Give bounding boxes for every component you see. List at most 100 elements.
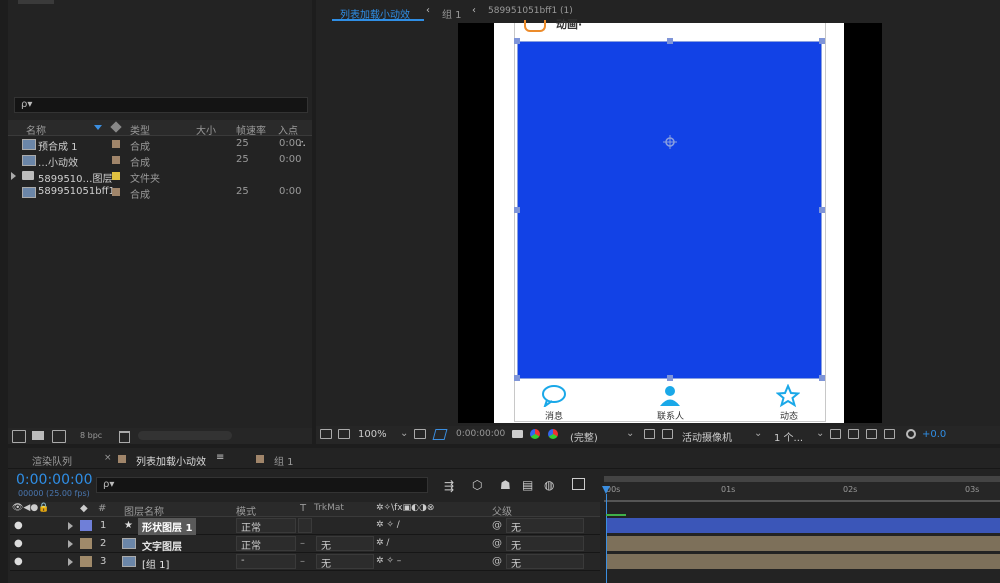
parent-select[interactable]: 无	[506, 536, 584, 552]
reset-exposure-icon[interactable]	[848, 429, 859, 439]
transform-handle[interactable]	[514, 38, 520, 44]
chevron-down-icon[interactable]: ⌄	[754, 428, 762, 439]
flowchart-icon[interactable]: ⛬	[299, 139, 305, 149]
exposure-value[interactable]: +0.0	[922, 429, 946, 440]
anchor-point-icon[interactable]	[662, 134, 678, 150]
label-swatch[interactable]	[112, 140, 120, 148]
chevron-left-icon[interactable]: ‹	[426, 5, 430, 16]
timeline-icon[interactable]	[884, 429, 895, 439]
bpc-button[interactable]: 8 bpc	[80, 431, 102, 440]
transform-handle[interactable]	[819, 207, 825, 213]
shape-layer-rect[interactable]	[517, 41, 822, 379]
timeline-timecode[interactable]: 0:00:00:00	[16, 472, 93, 488]
trkmat-select[interactable]: 无	[316, 536, 374, 552]
project-item[interactable]: 589951​0…图层 文件夹	[8, 168, 310, 185]
label-swatch[interactable]	[80, 556, 92, 567]
transform-handle[interactable]	[514, 375, 520, 381]
parent-select[interactable]: 无	[506, 518, 584, 534]
rgb-icon[interactable]	[548, 429, 558, 439]
tab-comp[interactable]: 列表加载小动效	[136, 453, 206, 468]
label-swatch[interactable]	[112, 172, 120, 180]
motion-blur-icon[interactable]: ◍	[544, 478, 554, 492]
zoom-select[interactable]: 100%	[358, 429, 387, 440]
transform-handle[interactable]	[819, 375, 825, 381]
playhead-marker[interactable]	[602, 486, 610, 494]
color-channel-icon[interactable]	[530, 429, 540, 439]
time-ruler[interactable]: 00s 01s 02s 03s	[604, 476, 1000, 502]
layer-name[interactable]: 形状图层 1	[138, 518, 197, 535]
graph-editor-icon[interactable]	[572, 478, 585, 490]
trkmat-select[interactable]	[298, 518, 312, 533]
label-swatch[interactable]	[80, 538, 92, 549]
views-select[interactable]: 1 个...	[774, 429, 803, 444]
expand-arrow-icon[interactable]	[68, 540, 73, 548]
column-mode[interactable]: 模式	[236, 503, 256, 518]
label-tag-icon[interactable]	[110, 121, 122, 133]
project-item[interactable]: 589951051bff1 合成 25 0:00	[8, 184, 310, 201]
monitor-icon[interactable]	[338, 429, 350, 439]
parent-pickwhip-icon[interactable]: @	[492, 556, 502, 567]
column-size[interactable]: 大小	[196, 122, 216, 137]
parent-pickwhip-icon[interactable]: @	[492, 520, 502, 531]
eye-icon[interactable]: ●	[14, 538, 23, 549]
close-icon[interactable]: ×	[104, 453, 112, 463]
expand-arrow-icon[interactable]	[11, 172, 16, 180]
layer-row[interactable]: ● 2 文字图层 正常 – 无 ✲ ∕ @ 无	[10, 535, 600, 553]
exposure-icon[interactable]	[906, 429, 916, 439]
transform-handle[interactable]	[667, 38, 673, 44]
layer-bar-text[interactable]	[607, 536, 1000, 551]
comp-flowchart-icon[interactable]: ⇶	[444, 479, 454, 493]
mode-select[interactable]: 正常	[236, 518, 296, 534]
tab-group[interactable]: 组 1	[274, 453, 294, 468]
chevron-down-icon[interactable]: ⌄	[626, 428, 634, 439]
mode-select[interactable]: 正常	[236, 536, 296, 552]
viewer-timecode[interactable]: 0:00:00:00	[456, 429, 505, 439]
column-trkmat[interactable]: TrkMat	[314, 503, 344, 513]
camera-select[interactable]: 活动摄像机	[682, 429, 732, 444]
column-in[interactable]: 入点	[278, 122, 298, 137]
frame-blend-icon[interactable]: ▤	[522, 478, 533, 492]
preserve-transparency[interactable]: –	[300, 556, 305, 567]
camera-icon[interactable]	[512, 430, 523, 438]
draft-3d-icon[interactable]: ⬡	[472, 478, 482, 492]
layer-name[interactable]: [组 1]	[142, 556, 169, 571]
snapshot-icon[interactable]	[320, 429, 332, 439]
chevron-down-icon[interactable]: ⌄	[400, 428, 408, 439]
label-swatch[interactable]	[80, 520, 92, 531]
shy-icon[interactable]: ☗	[500, 478, 511, 492]
interpret-footage-icon[interactable]	[12, 430, 26, 443]
expand-arrow-icon[interactable]	[68, 558, 73, 566]
column-layer-name[interactable]: 图层名称	[124, 503, 164, 518]
switch-icons[interactable]: ✲ ∕	[376, 538, 389, 548]
preserve-transparency[interactable]: –	[300, 538, 305, 549]
layer-row[interactable]: ● 3 [组 1] - – 无 ✲ ✧ – @ 无	[10, 553, 600, 571]
tab-menu-icon[interactable]: ≡	[216, 452, 224, 463]
layer-bar-shape[interactable]	[607, 518, 1000, 533]
resolution-select[interactable]: (完整)	[570, 429, 598, 444]
breadcrumb-group[interactable]: 组 1	[442, 6, 462, 21]
ruler-scrub-strip[interactable]	[604, 500, 1000, 502]
parent-pickwhip-icon[interactable]: @	[492, 538, 502, 549]
sort-arrow-icon[interactable]	[94, 125, 102, 130]
project-scrollbar[interactable]	[138, 431, 232, 440]
trkmat-select[interactable]: 无	[316, 554, 374, 570]
parent-select[interactable]: 无	[506, 554, 584, 570]
transparency-grid-icon[interactable]	[662, 429, 673, 439]
breadcrumb-layer[interactable]: 589951051bff1 (1)	[488, 6, 573, 16]
layer-row[interactable]: ● 1 ★ 形状图层 1 正常 ✲ ✧ ∕ @ 无	[10, 517, 600, 535]
eye-icon[interactable]: ●	[14, 520, 23, 531]
transform-handle[interactable]	[667, 375, 673, 381]
fast-preview-icon[interactable]	[644, 429, 655, 439]
trash-icon[interactable]	[119, 431, 130, 443]
project-item[interactable]: …小动效 合成 25 0:00	[8, 152, 310, 169]
new-folder-icon[interactable]	[32, 431, 44, 440]
switch-icons[interactable]: ✲ ✧ –	[376, 556, 401, 566]
transform-handle[interactable]	[819, 38, 825, 44]
column-name[interactable]: 名称	[26, 122, 46, 137]
layout-icon[interactable]	[830, 429, 841, 439]
new-composition-icon[interactable]	[52, 430, 66, 443]
column-parent[interactable]: 父级	[492, 503, 512, 518]
transform-handle[interactable]	[514, 207, 520, 213]
timeline-search-input[interactable]: ρ▾	[96, 477, 428, 493]
eye-icon[interactable]: ●	[14, 556, 23, 567]
